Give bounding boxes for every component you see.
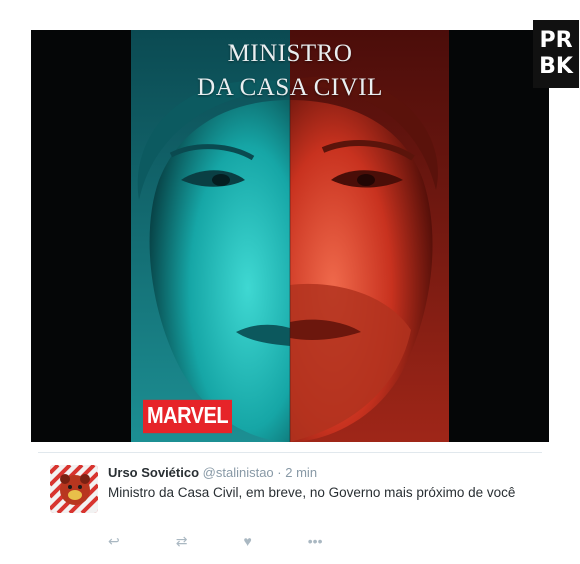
tweet-header: Urso Soviético @stalinistao · 2 min <box>108 465 317 480</box>
tweet-timestamp[interactable]: 2 min <box>285 465 317 480</box>
user-handle[interactable]: @stalinistao <box>203 465 274 480</box>
user-name[interactable]: Urso Soviético <box>108 465 199 480</box>
more-icon[interactable]: ••• <box>308 533 323 550</box>
poster-image: MINISTRO DA CASA CIVIL MARVEL <box>31 30 549 442</box>
like-icon[interactable]: ♥ <box>243 533 251 550</box>
poster-title-line2: DA CASA CIVIL <box>197 74 383 101</box>
watermark-badge: PR BK <box>533 20 579 88</box>
separator: · <box>277 465 282 480</box>
bear-avatar-icon <box>50 465 98 513</box>
avatar[interactable] <box>50 465 98 513</box>
watermark-line1: PR <box>539 28 573 53</box>
tweet-text: Ministro da Casa Civil, em breve, no Gov… <box>108 485 516 500</box>
marvel-logo: MARVEL <box>143 399 233 434</box>
tweet-actions: ↩ ⇄ ♥ ••• <box>108 533 323 550</box>
retweet-icon[interactable]: ⇄ <box>176 533 188 550</box>
tweet-card: Urso Soviético @stalinistao · 2 min Mini… <box>38 452 542 564</box>
watermark-line2: BK <box>539 54 573 79</box>
reply-icon[interactable]: ↩ <box>108 533 120 550</box>
poster-title-line1: MINISTRO <box>227 40 353 67</box>
